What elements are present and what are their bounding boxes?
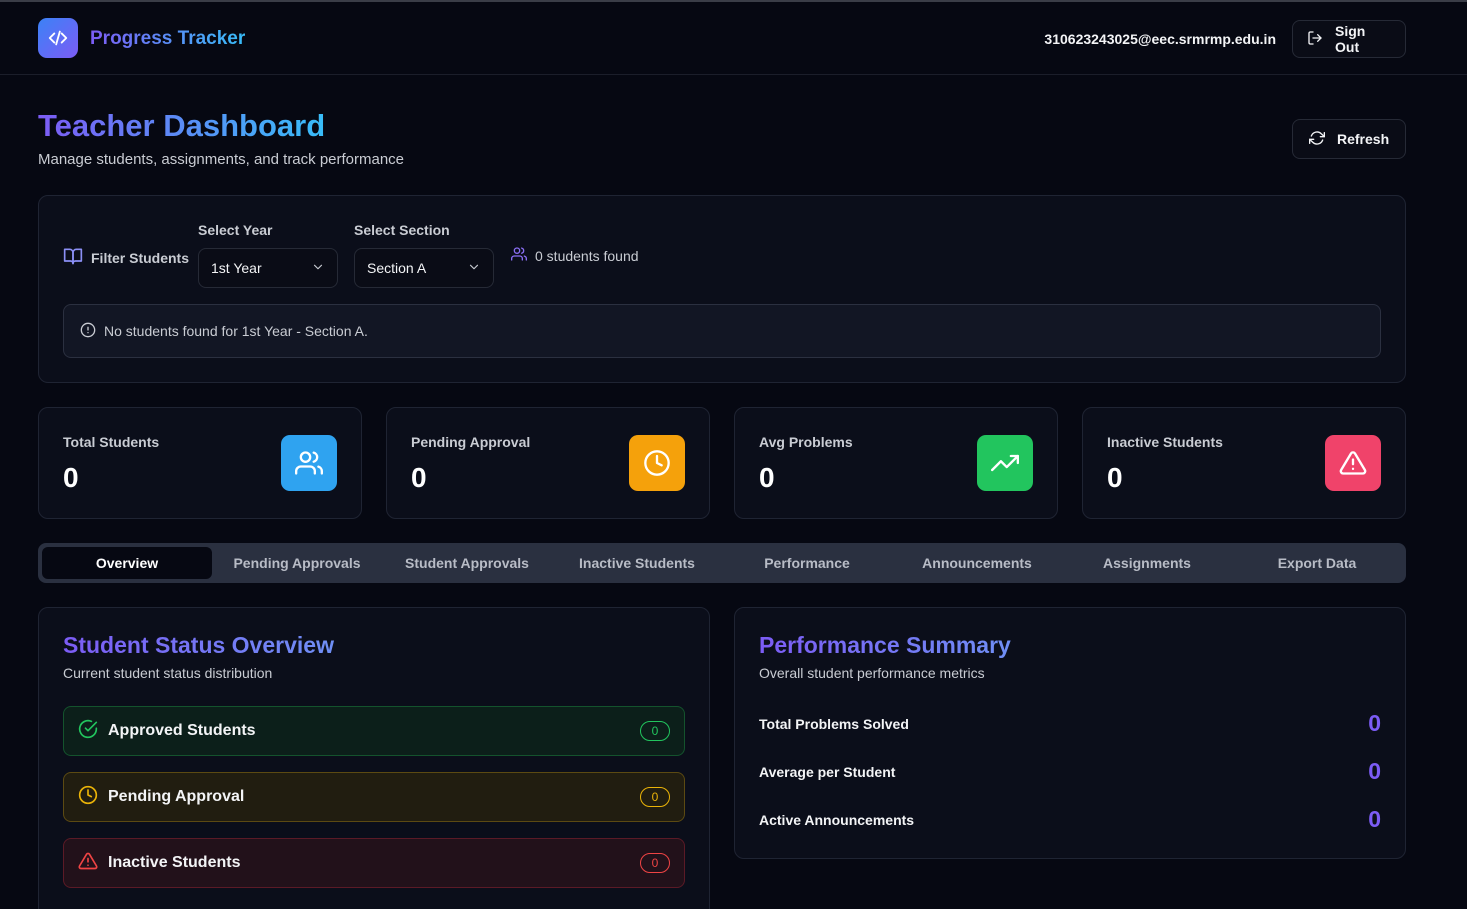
user-email: 310623243025@eec.srmrmp.edu.in <box>1044 31 1276 47</box>
stat-value: 0 <box>411 462 427 493</box>
chevron-down-icon <box>311 260 325 277</box>
metric-row: Active Announcements 0 <box>759 806 1381 833</box>
tab-pending-approvals[interactable]: Pending Approvals <box>212 547 382 579</box>
tab-student-approvals[interactable]: Student Approvals <box>382 547 552 579</box>
section-select-label: Select Section <box>354 222 450 238</box>
status-label: Approved Students <box>108 722 256 739</box>
performance-summary-panel: Performance Summary Overall student perf… <box>734 607 1406 859</box>
refresh-label: Refresh <box>1337 131 1390 147</box>
page-subtitle: Manage students, assignments, and track … <box>38 151 405 168</box>
code-icon <box>38 18 78 58</box>
approved-students-row: Approved Students 0 <box>63 706 685 756</box>
section-select[interactable]: Section A <box>354 248 494 288</box>
tab-inactive-students[interactable]: Inactive Students <box>552 547 722 579</box>
student-status-panel: Student Status Overview Current student … <box>38 607 710 909</box>
metric-value: 0 <box>1368 758 1381 784</box>
info-icon <box>80 322 96 341</box>
filter-panel: Filter Students Select Year 1st Year Sel… <box>38 195 1406 383</box>
year-select-value: 1st Year <box>211 260 262 276</box>
year-select[interactable]: 1st Year <box>198 248 338 288</box>
no-students-alert: No students found for 1st Year - Section… <box>63 304 1381 358</box>
status-count-badge: 0 <box>640 787 670 807</box>
alert-triangle-icon <box>1325 435 1381 491</box>
check-circle-icon <box>78 719 98 744</box>
stat-label: Inactive Students <box>1107 434 1223 450</box>
tab-performance[interactable]: Performance <box>722 547 892 579</box>
page-title: Teacher Dashboard <box>38 108 326 143</box>
stat-value: 0 <box>63 462 79 493</box>
students-found: 0 students found <box>511 246 639 265</box>
app-header: Progress Tracker 310623243025@eec.srmrmp… <box>0 2 1467 75</box>
users-icon <box>281 435 337 491</box>
stat-value: 0 <box>1107 462 1123 493</box>
panel-subtitle: Overall student performance metrics <box>759 665 985 681</box>
metric-value: 0 <box>1368 806 1381 832</box>
status-count-badge: 0 <box>640 721 670 741</box>
stat-label: Avg Problems <box>759 434 853 450</box>
alert-text: No students found for 1st Year - Section… <box>104 323 368 339</box>
users-icon <box>511 246 527 265</box>
students-found-text: 0 students found <box>535 247 639 264</box>
stat-card-total-students: Total Students 0 <box>38 407 362 519</box>
chevron-down-icon <box>467 260 481 277</box>
metric-value: 0 <box>1368 710 1381 736</box>
pending-approval-row: Pending Approval 0 <box>63 772 685 822</box>
tab-export-data[interactable]: Export Data <box>1232 547 1402 579</box>
app-title[interactable]: Progress Tracker <box>90 28 245 50</box>
year-select-label: Select Year <box>198 222 273 238</box>
panel-title: Performance Summary <box>759 632 1011 658</box>
inactive-students-row: Inactive Students 0 <box>63 838 685 888</box>
refresh-button[interactable]: Refresh <box>1292 119 1406 159</box>
clock-icon <box>78 785 98 810</box>
panel-title: Student Status Overview <box>63 632 334 658</box>
sign-out-button[interactable]: Sign Out <box>1292 20 1406 58</box>
panel-subtitle: Current student status distribution <box>63 665 273 681</box>
trending-up-icon <box>977 435 1033 491</box>
tab-announcements[interactable]: Announcements <box>892 547 1062 579</box>
refresh-icon <box>1309 130 1325 149</box>
tab-overview[interactable]: Overview <box>42 547 212 579</box>
filter-label-text: Filter Students <box>91 249 190 266</box>
stat-card-avg-problems: Avg Problems 0 <box>734 407 1058 519</box>
stat-value: 0 <box>759 462 775 493</box>
stat-card-pending-approval: Pending Approval 0 <box>386 407 710 519</box>
status-count-badge: 0 <box>640 853 670 873</box>
filter-students-label: Filter Students <box>63 246 189 269</box>
alert-triangle-icon <box>78 851 98 876</box>
metric-label: Active Announcements <box>759 811 915 828</box>
log-out-icon <box>1307 30 1323 49</box>
tab-assignments[interactable]: Assignments <box>1062 547 1232 579</box>
tab-bar: Overview Pending Approvals Student Appro… <box>38 543 1406 583</box>
status-label: Inactive Students <box>108 854 241 871</box>
stat-label: Pending Approval <box>411 434 531 450</box>
metric-row: Average per Student 0 <box>759 758 1381 785</box>
section-select-value: Section A <box>367 260 427 276</box>
clock-icon <box>629 435 685 491</box>
stat-card-inactive-students: Inactive Students 0 <box>1082 407 1406 519</box>
metric-row: Total Problems Solved 0 <box>759 710 1381 737</box>
status-label: Pending Approval <box>108 788 245 805</box>
stat-label: Total Students <box>63 434 160 450</box>
metric-label: Total Problems Solved <box>759 715 909 732</box>
book-open-icon <box>63 246 83 269</box>
metric-label: Average per Student <box>759 763 896 780</box>
sign-out-label: Sign Out <box>1335 23 1366 55</box>
